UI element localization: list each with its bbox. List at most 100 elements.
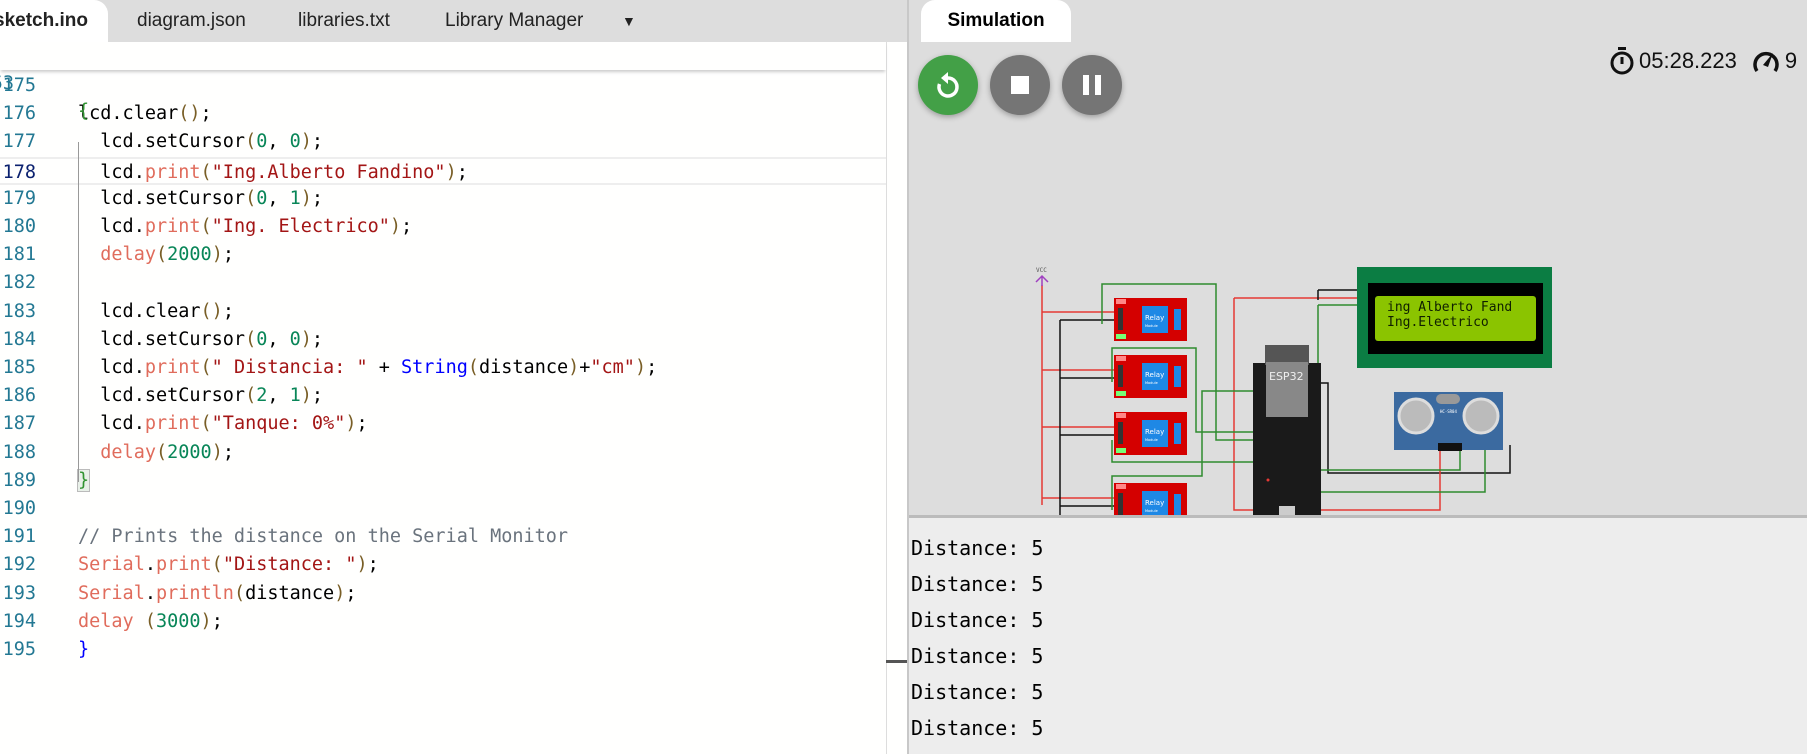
code-text: delay (3000);: [78, 610, 223, 632]
line-number: 181: [2, 244, 36, 266]
code-line[interactable]: 191 // Prints the distance on the Serial …: [0, 523, 886, 551]
code-text: lcd.print("Ing. Electrico");: [78, 216, 413, 237]
code-text: lcd.setCursor(2, 1);: [78, 385, 324, 407]
caret-down-icon[interactable]: ▼: [622, 0, 636, 42]
line-number: 179: [2, 187, 36, 209]
code-line[interactable]: 194 delay (3000);: [0, 608, 886, 636]
line-number: 186: [2, 385, 36, 407]
code-line[interactable]: 187 lcd.print("Tanque: 0%");: [0, 410, 886, 438]
line-number: 185: [2, 357, 36, 378]
line-number: 182: [2, 272, 36, 294]
ultrasonic-sensor[interactable]: HC-SR04: [1394, 392, 1503, 451]
svg-text:ing Alberto Fand: ing Alberto Fand: [1387, 300, 1512, 315]
relay-module[interactable]: Relay Module: [1114, 412, 1187, 455]
svg-text:ESP32: ESP32: [1269, 370, 1304, 383]
relay-module[interactable]: Relay Module: [1114, 483, 1187, 515]
serial-monitor[interactable]: Distance: 5 Distance: 5 Distance: 5 Distanc…: [909, 515, 1807, 754]
tab-libraries-txt[interactable]: libraries.txt: [298, 0, 390, 42]
code-text: delay(2000);: [100, 244, 234, 266]
code-editor-panel: sketch.ino diagram.json libraries.txt Li…: [0, 0, 907, 754]
sticky-scroll-line[interactable]: 53 {: [0, 42, 886, 122]
editor-tab-bar: sketch.ino diagram.json libraries.txt Li…: [0, 0, 907, 42]
code-line[interactable]: 179 lcd.setCursor(0, 1);: [0, 185, 886, 213]
serial-output-line: Distance: 5: [911, 680, 1044, 704]
code-line[interactable]: 192 Serial.print("Distance: ");: [0, 551, 886, 579]
serial-output-line: Distance: 5: [911, 644, 1044, 668]
code-line[interactable]: 180 lcd.print("Ing. Electrico");: [0, 213, 886, 241]
line-number: 183: [2, 300, 36, 322]
code-line[interactable]: 193 Serial.println(distance);: [0, 580, 886, 608]
relay-sublabel: Module: [1145, 509, 1158, 513]
relay-sublabel: Module: [1145, 324, 1158, 328]
line-number: 192: [2, 554, 36, 576]
code-line[interactable]: 184 lcd.setCursor(0, 0);: [0, 326, 886, 354]
code-text: Serial.print("Distance: ");: [78, 554, 379, 576]
code-text: lcd.setCursor(0, 0);: [78, 131, 324, 153]
scrollbar-thumb[interactable]: [886, 660, 907, 663]
code-text: lcd.print("Ing.Alberto Fandino");: [78, 161, 468, 183]
code-text: {: [78, 101, 90, 122]
serial-output-line: Distance: 5: [911, 608, 1044, 632]
code-line[interactable]: 190: [0, 495, 886, 523]
code-line[interactable]: 188 delay(2000);: [0, 439, 886, 467]
tab-library-manager[interactable]: Library Manager: [445, 0, 583, 42]
svg-text:HC-SR04: HC-SR04: [1440, 409, 1457, 414]
lcd-display[interactable]: ing Alberto Fand Ing.Electrico: [1357, 267, 1552, 368]
relay-module[interactable]: Relay Module: [1114, 355, 1187, 398]
simulation-panel: Simulation 05:28.223 9 VCC Relay Module …: [909, 0, 1807, 515]
code-text: lcd.print("Tanque: 0%");: [78, 413, 368, 435]
code-text: delay(2000);: [100, 441, 234, 463]
serial-output-line: Distance: 5: [911, 572, 1044, 596]
code-area[interactable]: 53 { 175176lcd.clear();177 lcd.setCursor…: [0, 42, 886, 754]
esp32-board[interactable]: ESP32: [1253, 345, 1321, 515]
serial-output-line: Distance: 5: [911, 536, 1044, 560]
line-number: 187: [2, 413, 36, 435]
line-number: 190: [2, 498, 36, 519]
relay-label: Relay: [1145, 314, 1164, 322]
vcc-symbol: VCC: [1035, 267, 1049, 286]
code-text: // Prints the distance on the Serial Mon…: [78, 526, 569, 548]
relay-label: Relay: [1145, 428, 1164, 436]
tab-label: sketch.ino: [0, 10, 88, 31]
line-number: 180: [2, 216, 36, 237]
code-line[interactable]: 181 delay(2000);: [0, 241, 886, 269]
relay-label: Relay: [1145, 499, 1164, 507]
tab-sketch-ino[interactable]: sketch.ino: [0, 0, 108, 42]
relay-label: Relay: [1145, 371, 1164, 379]
line-number: 184: [2, 328, 36, 350]
code-line[interactable]: 186 lcd.setCursor(2, 1);: [0, 382, 886, 410]
line-number: 178: [2, 161, 36, 183]
code-text: lcd.clear();: [78, 103, 212, 125]
code-line[interactable]: 195}: [0, 636, 886, 664]
code-text: }: [78, 639, 90, 660]
code-text: }: [76, 468, 91, 492]
code-line[interactable]: 177 lcd.setCursor(0, 0);: [0, 128, 886, 156]
code-text: lcd.clear();: [78, 300, 234, 322]
line-number: 195: [2, 639, 36, 660]
line-number: 189: [2, 469, 36, 491]
line-number: 53: [0, 73, 14, 94]
code-text: lcd.print(" Distancia: " + String(distan…: [78, 357, 658, 378]
code-line[interactable]: 183 lcd.clear();: [0, 298, 886, 326]
code-line[interactable]: 189}: [0, 467, 886, 495]
circuit-diagram[interactable]: VCC Relay Module Relay Module Relay Modu…: [909, 0, 1807, 515]
relay-module[interactable]: Relay Module: [1114, 298, 1187, 341]
vertical-scrollbar-track[interactable]: [886, 42, 887, 754]
tab-diagram-json[interactable]: diagram.json: [137, 0, 246, 42]
line-number: 193: [2, 582, 36, 604]
code-line[interactable]: 176lcd.clear();: [0, 100, 886, 128]
serial-output-line: Distance: 5: [911, 716, 1044, 740]
code-line[interactable]: 175: [0, 72, 886, 100]
serial-output-line: Distance: 5: [911, 746, 1043, 754]
relay-sublabel: Module: [1145, 381, 1158, 385]
line-number: 191: [2, 526, 36, 548]
code-line[interactable]: 185 lcd.print(" Distancia: " + String(di…: [0, 354, 886, 382]
code-line[interactable]: 178 lcd.print("Ing.Alberto Fandino");: [0, 156, 886, 185]
relay-sublabel: Module: [1145, 438, 1158, 442]
indent-guide: [78, 142, 79, 482]
code-text: Serial.println(distance);: [78, 582, 357, 604]
code-text: lcd.setCursor(0, 1);: [78, 187, 324, 209]
code-line[interactable]: 182: [0, 269, 886, 297]
line-number: 188: [2, 441, 36, 463]
svg-text:VCC: VCC: [1036, 267, 1047, 274]
